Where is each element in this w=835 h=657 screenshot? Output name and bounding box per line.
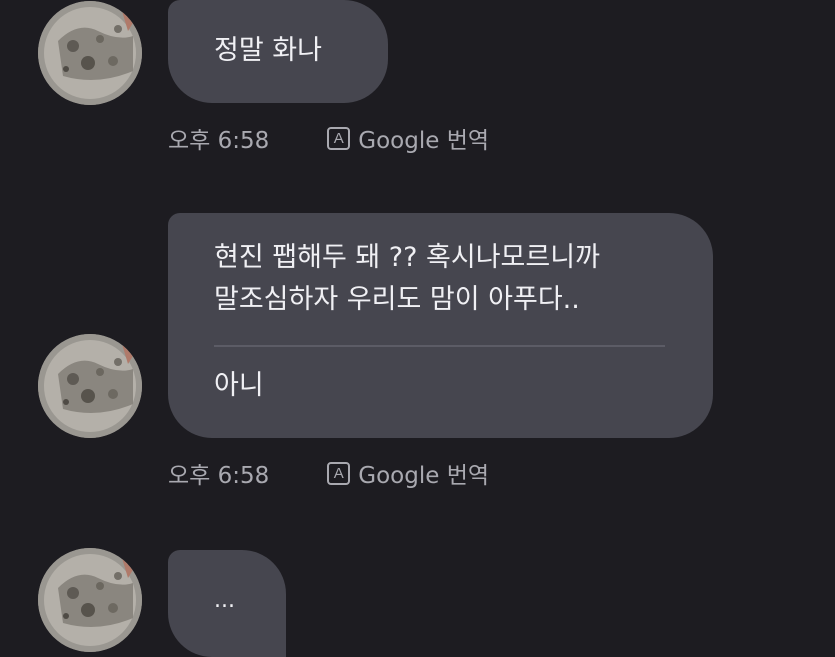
avatar-image — [38, 1, 142, 105]
google-translate-button[interactable]: A Google 번역 — [327, 121, 489, 155]
translate-label: Google 번역 — [358, 463, 490, 489]
message-text: 정말 화나 — [214, 35, 322, 66]
avatar[interactable] — [38, 334, 142, 438]
avatar-image — [38, 548, 142, 652]
reply-divider — [214, 345, 665, 347]
avatar[interactable] — [38, 1, 142, 105]
avatar[interactable] — [38, 548, 142, 652]
message-text: ... — [214, 588, 235, 613]
message-time: 오후 6:58 — [168, 128, 270, 154]
translate-icon: A — [327, 126, 351, 150]
message-bubble[interactable]: ... — [168, 550, 286, 657]
message-meta: 오후 6:58 A Google 번역 — [168, 121, 489, 155]
google-translate-button[interactable]: A Google 번역 — [327, 456, 489, 490]
message-bubble[interactable]: 현진 팹해두 돼 ?? 혹시나모르니까 말조심하자 우리도 맘이 아푸다.. 아… — [168, 213, 713, 438]
message-bubble[interactable]: 정말 화나 — [168, 0, 388, 103]
quoted-message-text: 현진 팹해두 돼 ?? 혹시나모르니까 말조심하자 우리도 맘이 아푸다.. — [214, 242, 600, 315]
message-meta: 오후 6:58 A Google 번역 — [168, 456, 489, 490]
message-time: 오후 6:58 — [168, 463, 270, 489]
translate-label: Google 번역 — [358, 128, 490, 154]
translate-icon: A — [327, 461, 351, 485]
message-text: 아니 — [214, 370, 264, 401]
avatar-image — [38, 334, 142, 438]
